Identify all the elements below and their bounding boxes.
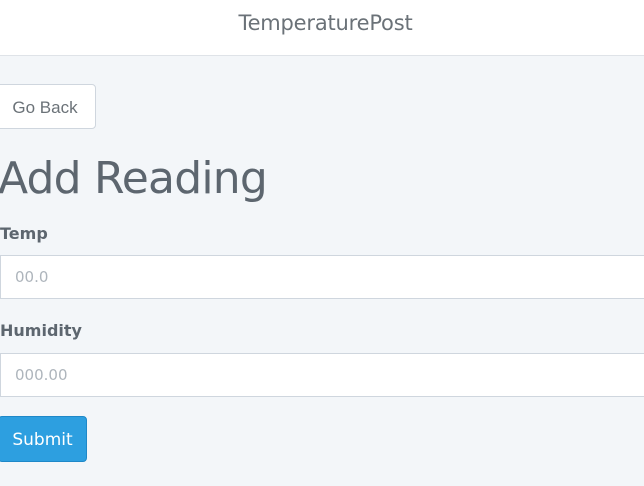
submit-button[interactable]: Submit xyxy=(0,416,87,462)
page-title: Add Reading xyxy=(0,153,268,204)
humidity-label: Humidity xyxy=(0,321,82,340)
navbar: TemperaturePost xyxy=(0,0,644,56)
temp-input[interactable] xyxy=(0,255,644,299)
go-back-button[interactable]: Go Back xyxy=(0,84,96,129)
humidity-input[interactable] xyxy=(0,353,644,397)
temp-label: Temp xyxy=(0,224,48,243)
brand-title[interactable]: TemperaturePost xyxy=(0,11,644,35)
